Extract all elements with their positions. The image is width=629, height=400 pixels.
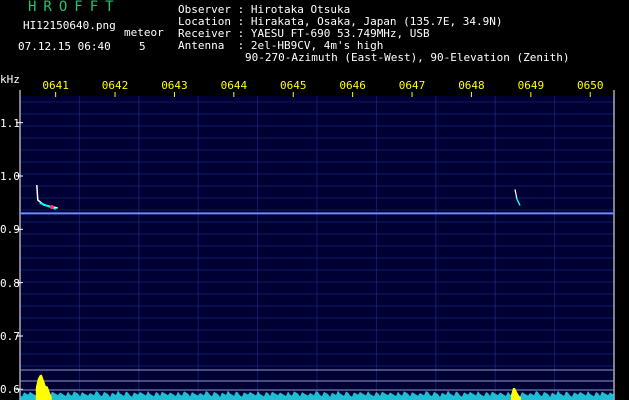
spectrogram bbox=[16, 90, 615, 400]
meteor-echo-core bbox=[49, 205, 54, 209]
